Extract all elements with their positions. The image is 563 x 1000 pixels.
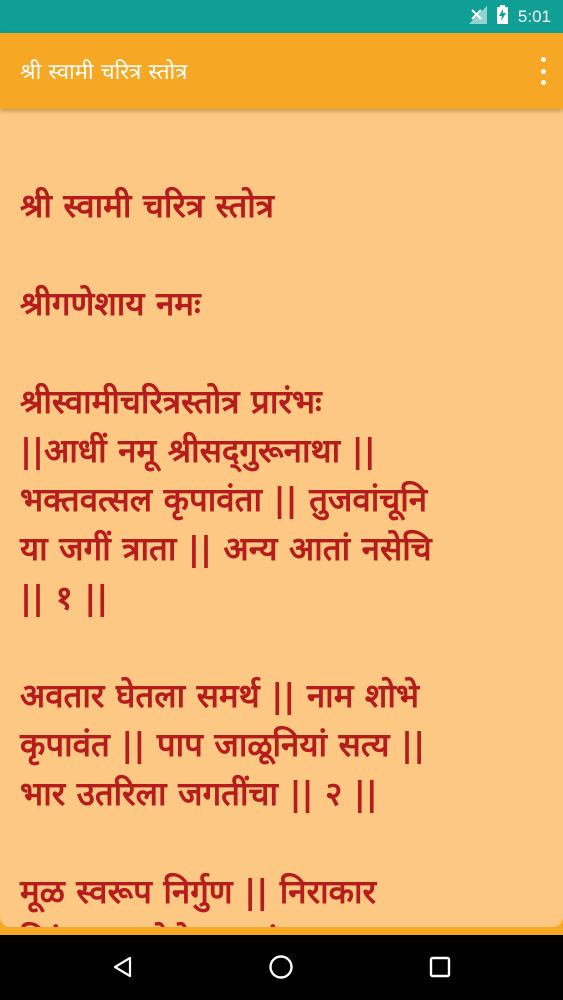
verse-line: ||आधीं नमू श्रीसद्‌गुरूनाथा ||: [20, 431, 376, 470]
bottom-strip: [0, 927, 563, 935]
status-time: 5:01: [517, 6, 551, 26]
home-icon[interactable]: [263, 949, 299, 985]
navigation-bar: [0, 935, 563, 1000]
app-bar: श्री स्वामी चरित्र स्तोत्र: [0, 33, 563, 109]
invocation: श्रीगणेशाय नमः: [20, 284, 201, 323]
verse-line: श्रीस्वामीचरित्रस्तोत्र प्रारंभः: [20, 382, 322, 421]
verse-2: अवतार घेतला समर्थ || नाम शोभे कृपावंत ||…: [20, 671, 551, 818]
recents-icon[interactable]: [422, 949, 458, 985]
back-icon[interactable]: [105, 949, 141, 985]
stotra-text: श्री स्वामी चरित्र स्तोत्र श्रीगणेशाय नम…: [20, 181, 551, 927]
menu-dot: [540, 68, 546, 74]
verse-line: या जगीं त्राता || अन्य आतां नसेचि: [20, 529, 432, 568]
stotra-heading: श्री स्वामी चरित्र स्तोत्र: [20, 186, 275, 225]
verse-1: श्रीस्वामीचरित्रस्तोत्र प्रारंभः ||आधीं …: [20, 377, 551, 622]
status-icons: 5:01: [468, 0, 551, 33]
verse-line: अवतार घेतला समर्थ || नाम शोभे: [20, 676, 420, 715]
signal-icon: [468, 5, 487, 28]
verse-line: निरंजन || ऐसे असतां: [20, 916, 551, 927]
verse-line: || १ ||: [20, 578, 109, 617]
verse-line: कृपावंत || पाप जाळूनियां सत्य ||: [20, 725, 426, 764]
menu-dot: [540, 80, 546, 85]
verse-line: भक्तवत्सल कृपावंता || तुजवांचूनि: [20, 480, 428, 519]
overflow-menu-icon[interactable]: [537, 57, 549, 85]
battery-charging-icon: [496, 5, 508, 28]
verse-3: मूळ स्वरूप निर्गुण || निराकार निरंजन || …: [20, 867, 551, 927]
verse-line: मूळ स्वरूप निर्गुण || निराकार: [20, 872, 377, 911]
verse-line: भार उतरिला जगतींचा || २ ||: [20, 774, 378, 813]
status-bar: 5:01: [0, 0, 563, 33]
app-title: श्री स्वामी चरित्र स्तोत्र: [20, 60, 188, 85]
menu-dot: [540, 57, 546, 62]
stotra-content[interactable]: श्री स्वामी चरित्र स्तोत्र श्रीगणेशाय नम…: [0, 109, 563, 927]
